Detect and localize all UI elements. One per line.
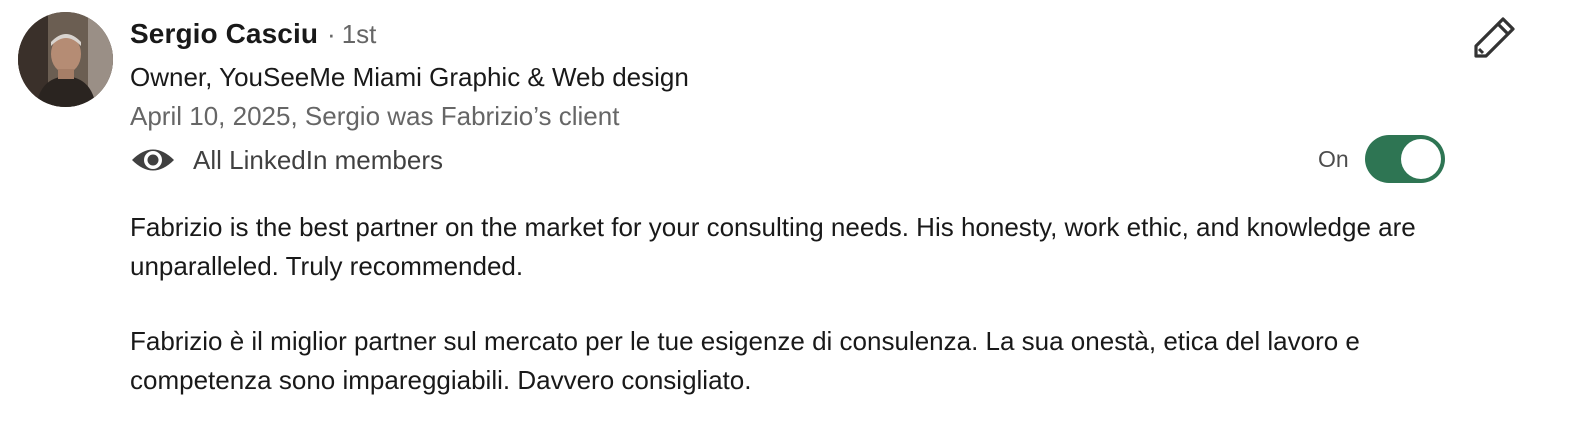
date-relationship: April 10, 2025, Sergio was Fabrizio’s cl… <box>130 101 620 131</box>
avatar[interactable] <box>18 12 113 107</box>
visibility-label: All LinkedIn members <box>193 144 443 175</box>
visibility-toggle-group: On <box>1318 134 1445 184</box>
separator-dot: · <box>327 19 336 49</box>
recommendation-card: Sergio Casciu · 1st Owner, YouSeeMe Miam… <box>0 0 1580 414</box>
toggle-state-label: On <box>1318 145 1349 172</box>
toggle-knob <box>1400 139 1441 179</box>
author-header: Sergio Casciu · 1st <box>130 18 376 56</box>
profile-photo <box>18 12 113 107</box>
connection-degree: 1st <box>341 19 377 49</box>
visibility-row: All LinkedIn members <box>130 141 443 179</box>
pencil-icon <box>1474 17 1515 58</box>
author-headline: Owner, YouSeeMe Miami Graphic & Web desi… <box>130 62 689 92</box>
edit-button[interactable] <box>1472 14 1518 60</box>
recommendation-paragraph-en: Fabrizio is the best partner on the mark… <box>130 212 1416 281</box>
author-name[interactable]: Sergio Casciu <box>130 18 318 50</box>
name-row: Sergio Casciu · 1st <box>130 18 376 56</box>
eye-icon <box>130 141 176 179</box>
visibility-toggle[interactable] <box>1364 135 1445 183</box>
recommendation-text: Fabrizio is the best partner on the mark… <box>130 208 1430 436</box>
recommendation-paragraph-it: Fabrizio è il miglior partner sul mercat… <box>130 326 1360 395</box>
